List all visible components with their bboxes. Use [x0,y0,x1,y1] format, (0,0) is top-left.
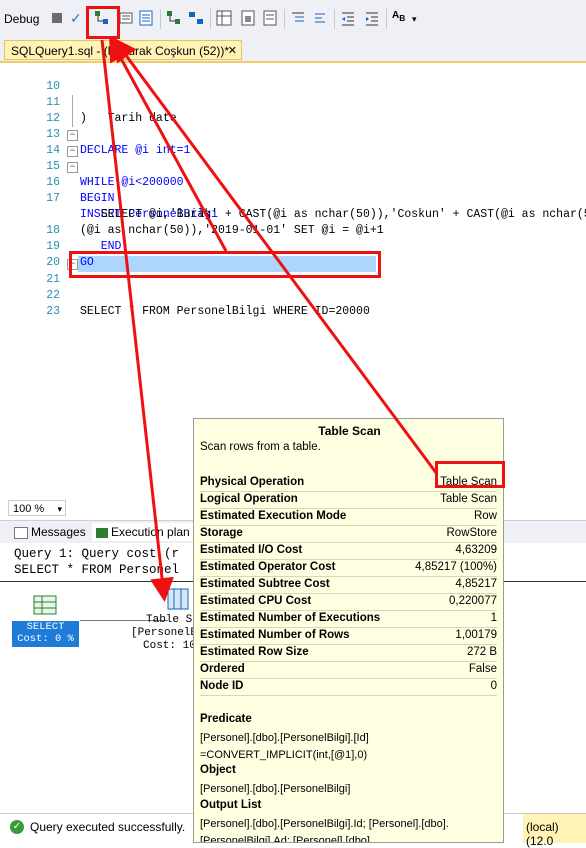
annotation-arrows [100,36,439,602]
